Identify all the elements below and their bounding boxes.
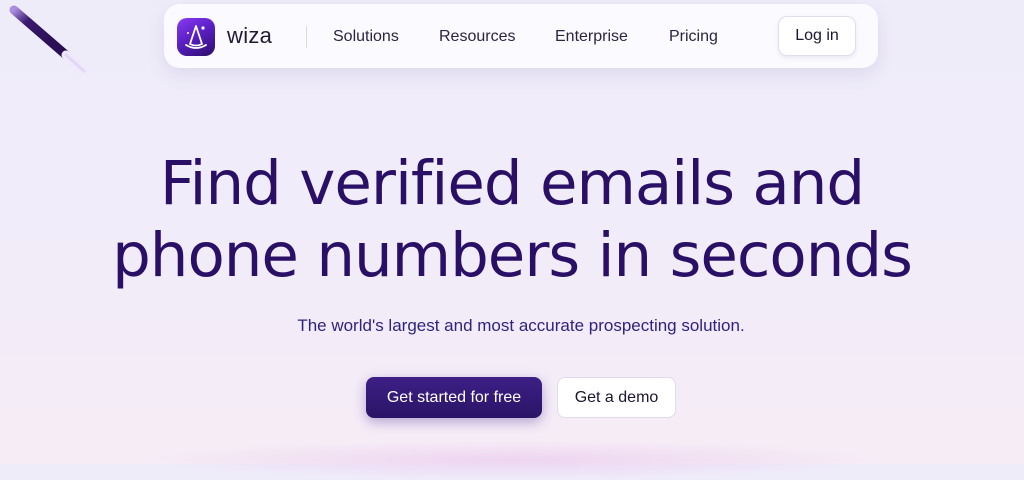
hero-subtitle: The world's largest and most accurate pr… [297,316,745,335]
nav-link-resources[interactable]: Resources [439,28,515,46]
wizard-hat-icon[interactable] [177,18,215,56]
get-started-button[interactable]: Get started for free [366,377,542,418]
background-glow [140,440,884,480]
nav-link-pricing[interactable]: Pricing [669,28,718,46]
nav-link-enterprise[interactable]: Enterprise [555,28,628,46]
hero-headline-line-1: Find verified emails and [159,148,865,219]
nav-link-solutions[interactable]: Solutions [333,28,399,46]
get-demo-button[interactable]: Get a demo [557,377,676,418]
brand-logo-text[interactable]: wiza [227,23,272,49]
magic-wand-icon [0,0,100,90]
login-button[interactable]: Log in [778,16,856,56]
top-navbar: wiza Solutions Resources Enterprise Pric… [164,4,878,68]
hero-headline: Find verified emails and phone numbers i… [0,148,1024,292]
hero-headline-line-2: phone numbers in seconds [112,220,913,291]
nav-divider [306,26,307,48]
